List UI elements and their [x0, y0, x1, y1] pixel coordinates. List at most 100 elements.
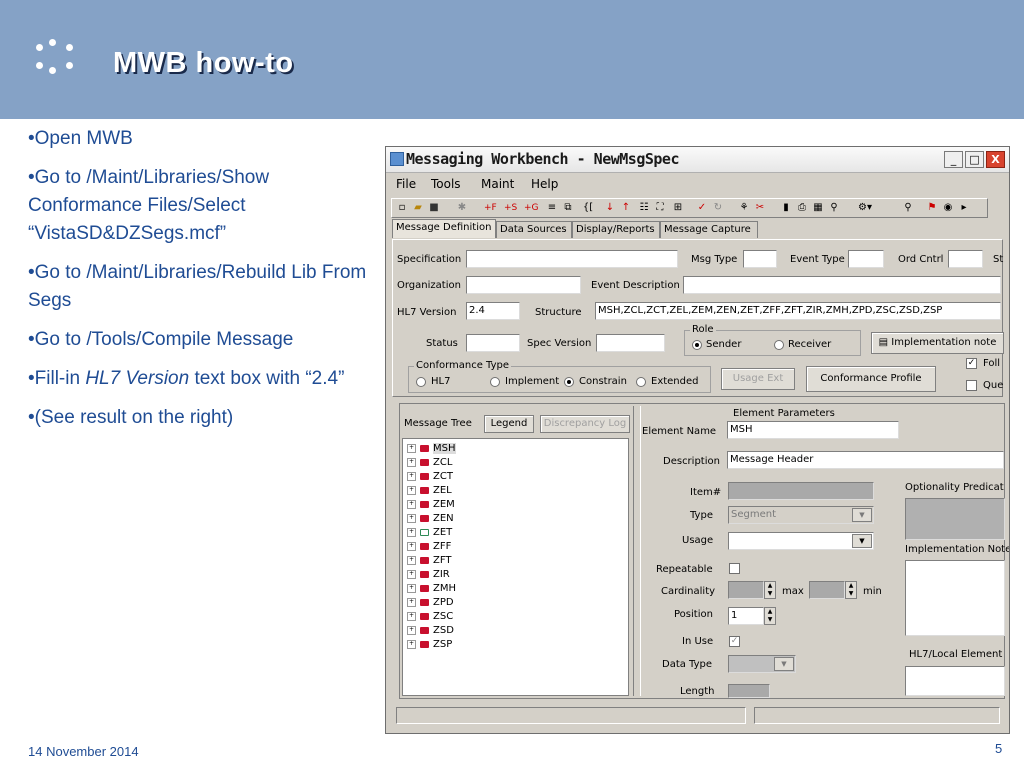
maximize-button[interactable]: □: [965, 151, 984, 168]
element-name-field[interactable]: MSH: [727, 421, 899, 439]
expand-icon[interactable]: +: [407, 597, 416, 607]
tree-node-zel[interactable]: + ZEL: [407, 484, 452, 498]
foll-checkbox[interactable]: ✓: [966, 358, 977, 369]
hl7-radio[interactable]: [416, 377, 426, 387]
conformance-profile-button[interactable]: Conformance Profile: [806, 366, 936, 392]
optionality-predicate-field[interactable]: [905, 498, 1005, 540]
expand-icon[interactable]: +: [407, 625, 416, 635]
new-icon[interactable]: ▫: [396, 202, 408, 214]
expand-icon[interactable]: +: [407, 513, 416, 523]
menu-tools[interactable]: Tools: [431, 177, 461, 191]
tree-node-msh[interactable]: + MSH: [407, 442, 456, 456]
refresh-icon[interactable]: ↻: [712, 202, 724, 214]
tree-node-zen[interactable]: + ZEN: [407, 512, 454, 526]
tree-node-zct[interactable]: + ZCT: [407, 470, 453, 484]
receiver-radio[interactable]: [774, 340, 784, 350]
specification-field[interactable]: [466, 250, 678, 268]
settings-icon[interactable]: ✱: [456, 202, 468, 214]
expand-icon[interactable]: +: [407, 527, 416, 537]
usage-ext-button[interactable]: Usage Ext: [721, 368, 795, 390]
print-icon[interactable]: ⎙: [796, 202, 808, 214]
type-select[interactable]: Segment ▼: [728, 506, 874, 524]
add-segment-icon[interactable]: +S: [504, 202, 517, 214]
expand-icon[interactable]: +: [407, 499, 416, 509]
minimize-button[interactable]: _: [944, 151, 963, 168]
expand-icon[interactable]: +: [407, 541, 416, 551]
bracket-icon[interactable]: {[: [582, 202, 594, 214]
add-group-icon[interactable]: +G: [524, 202, 539, 214]
message-tree[interactable]: + MSH + ZCL + ZCT + ZEL + ZEM + ZEN + ZET + ZFF …: [402, 438, 629, 696]
discrepancy-log-button[interactable]: Discrepancy Log: [540, 415, 630, 433]
search-icon[interactable]: ⚲: [828, 202, 840, 214]
ord-cntrl-field[interactable]: [948, 250, 983, 268]
que-checkbox[interactable]: [966, 380, 977, 391]
max-spinner-icon[interactable]: ▲ ▼: [764, 581, 776, 599]
tree-node-zcl[interactable]: + ZCL: [407, 456, 452, 470]
list-icon[interactable]: ≡: [546, 202, 558, 214]
hl7-local-element-field[interactable]: [905, 666, 1005, 696]
expand-icon[interactable]: +: [407, 443, 416, 453]
position-field[interactable]: 1: [728, 607, 764, 625]
sender-radio[interactable]: [692, 340, 702, 350]
expand-icon[interactable]: +: [407, 583, 416, 593]
outline-icon[interactable]: ⊞: [672, 202, 684, 214]
item-number-field[interactable]: [728, 482, 874, 500]
status-field[interactable]: [466, 334, 520, 352]
cardinality-max-field[interactable]: [728, 581, 764, 599]
expand-icon[interactable]: +: [407, 639, 416, 649]
organization-field[interactable]: [466, 276, 581, 294]
tree-node-zpd[interactable]: + ZPD: [407, 596, 454, 610]
expand-icon[interactable]: +: [407, 485, 416, 495]
event-type-field[interactable]: [848, 250, 884, 268]
tree-expand-icon[interactable]: ☷: [638, 202, 650, 214]
event-description-field[interactable]: [683, 276, 1001, 294]
constrain-radio[interactable]: [564, 377, 574, 387]
implement-radio[interactable]: [490, 377, 500, 387]
cut-icon[interactable]: ✂: [754, 202, 766, 214]
expand-icon[interactable]: +: [407, 611, 416, 621]
tree-node-zft[interactable]: + ZFT: [407, 554, 452, 568]
description-field[interactable]: Message Header: [727, 451, 1004, 469]
move-down-icon[interactable]: ↓: [604, 202, 616, 214]
bar-chart-icon[interactable]: ▮: [780, 202, 792, 214]
tree-node-zet[interactable]: + ZET: [407, 526, 452, 540]
tab-message-definition[interactable]: Message Definition: [392, 219, 496, 238]
legend-button[interactable]: Legend: [484, 415, 534, 433]
expand-icon[interactable]: +: [407, 457, 416, 467]
repeatable-checkbox[interactable]: [729, 563, 740, 574]
implementation-notes-field[interactable]: [905, 560, 1005, 636]
tree-node-zsp[interactable]: + ZSP: [407, 638, 452, 652]
tools-dropdown-icon[interactable]: ⚙▾: [858, 202, 872, 214]
tab-display-reports[interactable]: Display/Reports: [572, 221, 660, 238]
tab-data-sources[interactable]: Data Sources: [496, 221, 572, 238]
tree-node-zem[interactable]: + ZEM: [407, 498, 455, 512]
tree-node-zsd[interactable]: + ZSD: [407, 624, 454, 638]
cardinality-min-field[interactable]: [809, 581, 845, 599]
tree-node-zmh[interactable]: + ZMH: [407, 582, 456, 596]
usage-select[interactable]: ▼: [728, 532, 874, 550]
title-bar[interactable]: Messaging Workbench - NewMsgSpec _ □ X: [386, 147, 1009, 173]
extended-radio[interactable]: [636, 377, 646, 387]
check-icon[interactable]: ✓: [696, 202, 708, 214]
hierarchy-icon[interactable]: ⛶: [654, 202, 666, 214]
expand-icon[interactable]: +: [407, 555, 416, 565]
data-type-select[interactable]: ▼: [728, 655, 796, 673]
open-icon[interactable]: ▰: [412, 202, 424, 214]
in-use-checkbox[interactable]: ✓: [729, 636, 740, 647]
expand-icon[interactable]: +: [407, 471, 416, 481]
hl7-version-field[interactable]: 2.4: [466, 302, 520, 320]
tree-node-zsc[interactable]: + ZSC: [407, 610, 453, 624]
min-spinner-icon[interactable]: ▲ ▼: [845, 581, 857, 599]
copy-icon[interactable]: ⧉: [562, 202, 574, 214]
menu-help[interactable]: Help: [531, 177, 558, 191]
table-icon[interactable]: ▦: [812, 202, 824, 214]
spec-version-field[interactable]: [596, 334, 665, 352]
bookmark-icon[interactable]: ⚑: [926, 202, 938, 214]
exit-icon[interactable]: ▸: [958, 202, 970, 214]
structure-field[interactable]: MSH,ZCL,ZCT,ZEL,ZEM,ZEN,ZET,ZFF,ZFT,ZIR,…: [595, 302, 1001, 320]
msg-type-field[interactable]: [743, 250, 777, 268]
pane-splitter[interactable]: [633, 406, 641, 696]
tree-node-zff[interactable]: + ZFF: [407, 540, 451, 554]
add-field-icon[interactable]: +F: [484, 202, 497, 214]
globe-icon[interactable]: ◉: [942, 202, 954, 214]
